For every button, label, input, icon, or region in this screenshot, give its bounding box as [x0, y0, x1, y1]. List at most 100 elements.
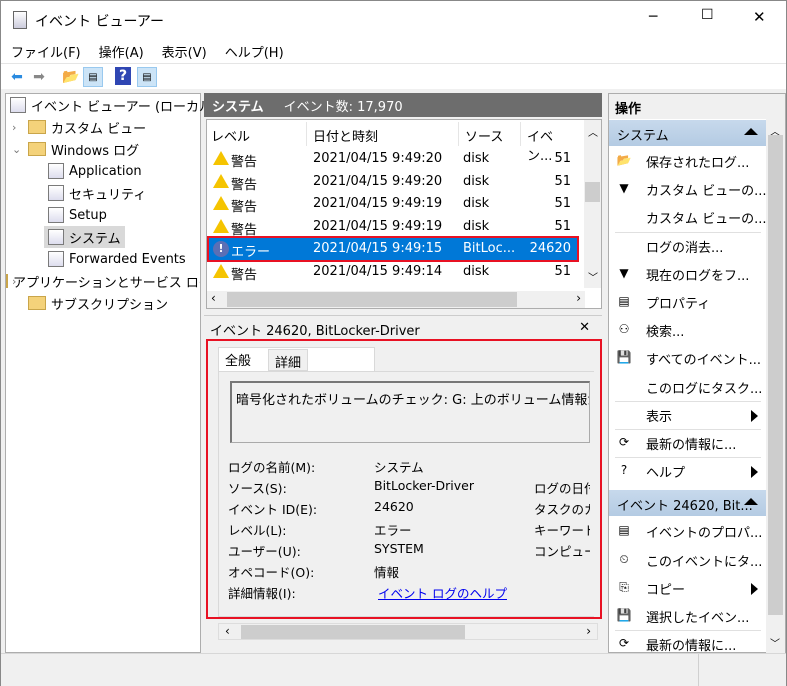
field-label: ユーザー(U):: [228, 544, 301, 559]
chevron-right-icon[interactable]: ›: [12, 275, 16, 288]
column-level[interactable]: レベル: [207, 122, 307, 146]
menu-file[interactable]: ファイル(F): [1, 39, 89, 63]
field-label: オペコード(O):: [228, 565, 315, 580]
event-row[interactable]: 警告 2021/04/15 9:49:20 disk 51: [209, 148, 577, 170]
tree-label: サブスクリプション: [51, 297, 169, 313]
field-label: イベント ID(E):: [228, 502, 318, 517]
error-icon: !: [213, 241, 229, 258]
action-label: 最新の情報に...: [646, 639, 737, 655]
action-item[interactable]: 📂 保存されたログ...: [609, 148, 766, 174]
event-row[interactable]: 警告 2021/04/15 9:49:20 disk 51: [209, 171, 577, 193]
action-label: 表示: [646, 409, 673, 425]
action-item[interactable]: ? ヘルプ: [609, 458, 766, 484]
action-item[interactable]: 💾 選択したイベン...: [609, 603, 766, 629]
action-item[interactable]: 表示: [609, 402, 766, 428]
event-message[interactable]: 暗号化されたボリュームのチェック: G: 上のボリューム情報が読み取: [230, 381, 590, 443]
chevron-down-icon[interactable]: ⌄: [12, 143, 21, 156]
back-arrow-icon[interactable]: ⬅: [7, 67, 27, 87]
event-row[interactable]: ! エラー 2021/04/15 9:49:15 BitLoc... 24620: [207, 236, 579, 263]
actions-scrollbar[interactable]: ︿ ﹀: [766, 119, 785, 654]
action-label: 最新の情報に...: [646, 438, 737, 453]
tree-root[interactable]: イベント ビューアー (ローカル): [10, 94, 217, 116]
action-label: 選択したイベン...: [646, 611, 750, 626]
event-log-help-link[interactable]: イベント ログのヘルプ: [378, 583, 507, 602]
date-time: 2021/04/15 9:49:15: [313, 241, 443, 257]
action-item[interactable]: ▼ カスタム ビューの...: [609, 176, 766, 202]
action-item[interactable]: ▼ 現在のログをフ...: [609, 261, 766, 287]
actions-title: 操作: [609, 94, 785, 119]
menu-bar: ファイル(F) 操作(A) 表示(V) ヘルプ(H): [1, 39, 786, 63]
event-id: 51: [554, 196, 571, 212]
tree-item-subscriptions[interactable]: サブスクリプション: [28, 292, 168, 314]
close-button[interactable]: ✕: [753, 8, 766, 26]
field-value: SYSTEM: [374, 541, 424, 556]
close-detail-icon[interactable]: ✕: [579, 320, 590, 335]
vertical-scrollbar[interactable]: ︿ ﹀: [584, 120, 601, 288]
show-tree-icon[interactable]: ▤: [83, 67, 103, 87]
section-header[interactable]: イベント 24620, Bit...: [609, 490, 766, 517]
tree-label: Application: [69, 163, 142, 179]
show-action-pane-icon[interactable]: ▤: [137, 67, 157, 87]
event-list: レベル 日付と時刻 ソース イベン... 警告 2021/04/15 9:49:2…: [206, 119, 602, 309]
date-time: 2021/04/15 9:49:19: [313, 218, 443, 234]
tree-item-forwarded-events[interactable]: Forwarded Events: [48, 248, 186, 270]
level: 警告: [231, 155, 258, 170]
column-date[interactable]: 日付と時刻: [309, 122, 459, 146]
warning-icon: [213, 264, 229, 278]
action-item[interactable]: ⚇ 検索...: [609, 317, 766, 343]
event-row[interactable]: 警告 2021/04/15 9:49:19 disk 51: [209, 193, 577, 215]
tree-item-windows-logs[interactable]: ⌄ Windows ログ: [6, 138, 196, 160]
tree-item-setup[interactable]: Setup: [48, 204, 107, 226]
tab-details[interactable]: 詳細: [268, 349, 309, 371]
save-icon: 💾: [616, 608, 632, 622]
tree-item-system[interactable]: システム: [44, 226, 125, 248]
open-saved-log-icon: 📂: [616, 153, 632, 167]
column-source[interactable]: ソース: [461, 122, 521, 146]
action-item[interactable]: ▤ プロパティ: [609, 289, 766, 315]
filter-icon: ▼: [619, 265, 629, 280]
event-row[interactable]: 警告 2021/04/15 9:49:14 disk 51: [209, 261, 577, 283]
submenu-arrow-icon: [751, 409, 758, 422]
status-bar: [1, 653, 786, 686]
chevron-right-icon[interactable]: ›: [12, 121, 16, 134]
action-item[interactable]: ▤ イベントのプロパ...: [609, 518, 766, 544]
level: エラー: [231, 245, 271, 261]
tree-item-app-service-logs[interactable]: › アプリケーションとサービス ログ: [6, 270, 200, 292]
detail-title: イベント 24620, BitLocker-Driver: [210, 324, 420, 339]
field-label-right: キーワード: [534, 523, 590, 538]
collapse-icon[interactable]: [744, 498, 758, 506]
action-item[interactable]: ⎘ コピー: [609, 575, 766, 601]
forward-arrow-icon[interactable]: ➡: [29, 67, 49, 87]
action-item[interactable]: カスタム ビューの...: [609, 204, 767, 230]
action-item[interactable]: ログの消去...: [609, 233, 766, 259]
action-item[interactable]: ⟳ 最新の情報に...: [609, 430, 766, 456]
action-item[interactable]: ⏲ このイベントにタ...: [609, 547, 766, 573]
open-folder-icon[interactable]: 📂: [61, 67, 81, 87]
tree-label: Setup: [69, 207, 107, 223]
help-icon[interactable]: ?: [115, 67, 131, 85]
collapse-icon[interactable]: [744, 128, 758, 135]
tree-item-application[interactable]: Application: [48, 160, 142, 182]
level: 警告: [231, 200, 258, 216]
event-row[interactable]: 警告 2021/04/15 9:49:19 disk 51: [209, 216, 577, 238]
action-label: ヘルプ: [646, 466, 686, 482]
warning-icon: [213, 173, 229, 188]
action-item[interactable]: 💾 すべてのイベント...: [609, 345, 766, 371]
tree-item-custom-views[interactable]: › カスタム ビュー: [6, 116, 196, 138]
detail-horizontal-scrollbar[interactable]: ‹ ›: [218, 623, 598, 640]
horizontal-scrollbar[interactable]: ‹ ›: [207, 291, 585, 308]
event-id: 51: [554, 264, 571, 279]
log-icon: [48, 163, 64, 179]
section-header[interactable]: システム: [609, 120, 766, 146]
action-label: 検索...: [646, 325, 685, 341]
action-label: コピー: [646, 582, 686, 598]
menu-help[interactable]: ヘルプ(H): [215, 39, 292, 63]
column-event-id[interactable]: イベン...: [523, 122, 579, 164]
menu-action[interactable]: 操作(A): [89, 39, 152, 63]
section-title: イベント 24620, Bit...: [617, 499, 753, 515]
tree-item-security[interactable]: セキュリティ: [48, 182, 146, 204]
action-item[interactable]: このログにタスク...: [609, 374, 766, 400]
menu-view[interactable]: 表示(V): [152, 39, 215, 63]
maximize-button[interactable]: ☐: [701, 7, 714, 23]
minimize-button[interactable]: ─: [649, 9, 657, 25]
